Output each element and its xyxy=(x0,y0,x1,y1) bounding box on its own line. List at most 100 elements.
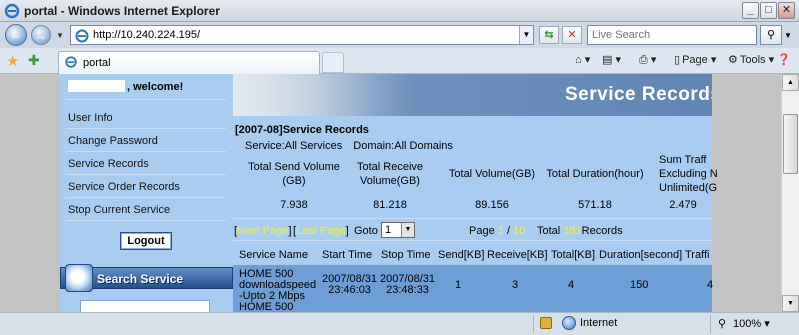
address-field[interactable]: http://10.240.224.195/ ▼ xyxy=(70,25,534,45)
stop-time-cell: 2007/08/31 23:48:33 xyxy=(380,273,436,296)
traffic-cell: 4 xyxy=(707,279,714,291)
welcome-text: , welcome! xyxy=(68,80,183,93)
page-icon: ▯ xyxy=(674,54,681,66)
close-button[interactable]: ✕ xyxy=(778,2,795,19)
receive-cell: 3 xyxy=(512,279,519,291)
summary-header-send: Total Send Volume (GB) xyxy=(248,161,340,187)
records-table-header: Service Name Start Time Stop Time Send[K… xyxy=(233,240,712,265)
search-service-header: Search Service xyxy=(60,264,233,292)
column-header: Traffi xyxy=(685,249,710,261)
goto-page-select[interactable]: 1 ▼ xyxy=(381,222,415,238)
tab-portal[interactable]: portal xyxy=(58,51,320,74)
vertical-scrollbar[interactable]: ▲ ▼ xyxy=(781,74,799,312)
minimize-button[interactable]: _ xyxy=(742,2,759,19)
column-header: Total[KB] xyxy=(551,249,596,261)
divider xyxy=(66,220,226,221)
last-page-link[interactable]: [Last Page] xyxy=(293,225,349,237)
banner: Service Records xyxy=(233,74,712,116)
sidebar-item-service-order-records[interactable]: Service Order Records xyxy=(68,181,180,193)
search-options-dropdown-icon[interactable]: ▼ xyxy=(784,31,792,40)
scroll-up-icon[interactable]: ▲ xyxy=(782,74,799,91)
divider xyxy=(710,315,711,333)
sidebar-item-service-records[interactable]: Service Records xyxy=(68,158,149,170)
summary-duration-value: 571.18 xyxy=(578,199,612,211)
new-tab-button[interactable] xyxy=(322,52,344,73)
total-records: Total 181Records xyxy=(537,225,623,237)
send-cell: 1 xyxy=(455,279,462,291)
page-title: [2007-08]Service Records xyxy=(235,124,369,136)
search-service-label: Search Service xyxy=(97,272,184,286)
scroll-down-icon[interactable]: ▼ xyxy=(782,295,799,312)
search-field[interactable] xyxy=(587,25,757,45)
logout-button[interactable]: Logout xyxy=(120,232,172,250)
favorites-star-icon[interactable]: ★ xyxy=(6,52,19,70)
sidebar: , welcome! User Info Change Password Ser… xyxy=(60,74,233,312)
tab-label: portal xyxy=(83,57,111,69)
summary-traffic-value: 2.479 xyxy=(669,199,697,211)
protected-mode-icon xyxy=(540,317,552,329)
maximize-button[interactable]: □ xyxy=(760,2,777,19)
filter-info: Service:All Services Domain:All Domains xyxy=(245,140,453,152)
chevron-down-icon[interactable]: ▼ xyxy=(401,223,414,237)
service-name-cell: HOME 500 downloadspeed -Upto 2 Mbps HOME… xyxy=(239,268,317,313)
refresh-button[interactable]: ⇆ xyxy=(539,26,559,44)
total-cell: 4 xyxy=(568,279,575,291)
scroll-thumb[interactable] xyxy=(783,114,798,174)
address-dropdown-icon[interactable]: ▼ xyxy=(519,26,533,44)
search-input[interactable] xyxy=(592,27,752,43)
sidebar-item-change-password[interactable]: Change Password xyxy=(68,135,158,147)
divider xyxy=(66,99,226,100)
stop-button[interactable]: ✕ xyxy=(562,26,582,44)
page-menu-button[interactable]: ▯ Page ▾ xyxy=(674,53,716,66)
home-icon[interactable]: ⌂ ▾ xyxy=(575,53,590,66)
banner-title: Service Records xyxy=(565,84,712,105)
recent-pages-dropdown-icon[interactable]: ▼ xyxy=(56,31,64,40)
tab-bar: ★ ✚ portal ⌂ ▾ ▤ ▾ ⎙ ▾ ▯ Page ▾ ⚙ Tools ▾ … xyxy=(0,48,799,74)
search-icon[interactable]: ⚲ xyxy=(760,25,782,45)
banner-graphic xyxy=(233,74,413,116)
column-header: Send[KB] xyxy=(438,249,485,261)
column-header: Service Name xyxy=(239,249,309,261)
title-bar: portal - Windows Internet Explorer _ □ ✕ xyxy=(0,0,799,22)
username-box xyxy=(68,80,125,92)
zoom-icon[interactable]: ⚲ xyxy=(718,317,726,330)
sidebar-item-stop-current-service[interactable]: Stop Current Service xyxy=(68,204,170,216)
security-zone-label: Internet xyxy=(580,317,618,329)
summary-send-value: 7.938 xyxy=(280,199,308,211)
next-page-link[interactable]: [Next Page] xyxy=(234,225,292,237)
summary-header-duration: Total Duration(hour) xyxy=(546,168,644,180)
table-row[interactable]: HOME 500 downloadspeed -Upto 2 Mbps HOME… xyxy=(233,265,714,313)
print-icon[interactable]: ⎙ ▾ xyxy=(639,53,656,67)
tools-menu-button[interactable]: ⚙ Tools ▾ xyxy=(728,53,774,66)
column-header: Duration[second] xyxy=(599,249,683,261)
column-header: Receive[KB] xyxy=(487,249,548,261)
url-text[interactable]: http://10.240.224.195/ xyxy=(93,29,200,41)
page-viewport: , welcome! User Info Change Password Ser… xyxy=(0,74,781,312)
forward-button[interactable]: → xyxy=(31,25,51,45)
magnifier-icon xyxy=(65,264,93,292)
zoom-level[interactable]: 100% ▾ xyxy=(733,317,770,330)
tab-ie-icon xyxy=(65,56,77,68)
help-icon[interactable]: ❓ xyxy=(777,53,791,66)
ie-logo-icon xyxy=(4,3,20,19)
page-ie-icon xyxy=(75,29,89,43)
back-button[interactable]: ← xyxy=(5,24,27,46)
summary-header-traffic: Sum Traff Excluding N Unlimited(G xyxy=(659,154,718,194)
summary-header-volume: Total Volume(GB) xyxy=(448,168,536,180)
add-favorites-icon[interactable]: ✚ xyxy=(28,52,40,69)
search-service-input[interactable] xyxy=(80,300,210,312)
status-bar: Internet ⚲ 100% ▾ xyxy=(0,312,799,335)
summary-volume-value: 89.156 xyxy=(475,199,509,211)
divider xyxy=(66,151,226,152)
main-content: Service Records [2007-08]Service Records… xyxy=(233,74,718,313)
column-header: Stop Time xyxy=(381,249,431,261)
duration-cell: 150 xyxy=(630,279,649,291)
internet-zone-icon xyxy=(562,316,576,330)
summary-receive-value: 81.218 xyxy=(373,199,407,211)
feeds-icon[interactable]: ▤ ▾ xyxy=(602,53,621,66)
address-toolbar: ← → ▼ http://10.240.224.195/ ▼ ⇆ ✕ ⚲ ▼ xyxy=(0,22,799,48)
sidebar-item-user-info[interactable]: User Info xyxy=(68,112,113,124)
divider xyxy=(66,197,226,198)
divider xyxy=(533,315,534,333)
service-filter: Service:All Services xyxy=(245,140,343,152)
